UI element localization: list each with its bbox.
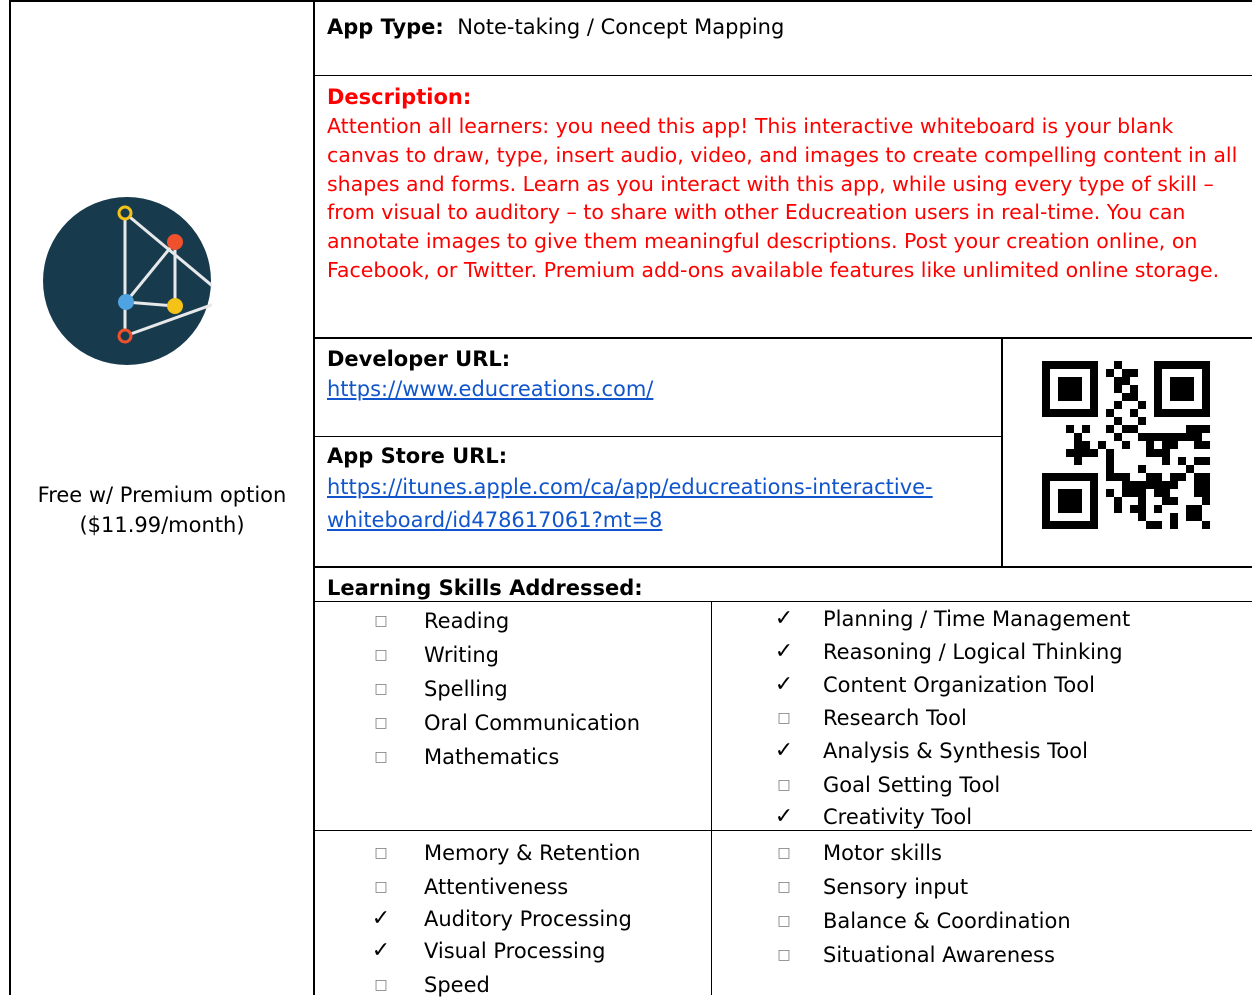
empty-checkbox-icon: □ [374,845,388,861]
empty-checkbox-icon: □ [777,879,791,895]
checkmark-icon: ✓ [774,639,794,664]
app-type-row-divider [313,75,1252,76]
skills-label: Learning Skills Addressed: [327,576,643,600]
price-amount: ($11.99/month) [79,513,245,537]
skills-group-divider [313,830,1252,831]
skill-label: Mathematics [424,745,560,769]
skill-label: Spelling [424,677,508,701]
empty-checkbox-icon: □ [374,681,388,697]
price-label: Free w/ Premium option [37,483,287,507]
developer-row-divider [313,436,1001,437]
checkmark-icon: ✓ [774,606,794,631]
checkmark-icon: ✓ [774,738,794,763]
app-store-url-label: App Store URL: [327,444,508,468]
empty-checkbox-icon: □ [777,777,791,793]
app-logo-icon [43,197,212,365]
empty-checkbox-icon: □ [777,913,791,929]
skill-label: Memory & Retention [424,841,641,865]
skill-label: Analysis & Synthesis Tool [823,739,1088,763]
app-type-row: App Type: Note-taking / Concept Mapping [327,14,784,40]
description-label: Description: [327,85,472,109]
checkmark-icon: ✓ [371,906,391,931]
developer-url-label: Developer URL: [327,347,511,371]
developer-url-link[interactable]: https://www.educreations.com/ [327,376,653,402]
skill-label: Content Organization Tool [823,673,1095,697]
description-row-divider [313,337,1252,339]
skill-label: Reading [424,609,510,633]
skill-label: Visual Processing [424,939,606,963]
skill-label: Situational Awareness [823,943,1055,967]
app-store-url-link-line2[interactable]: whiteboard/id478617061?mt=8 [327,507,662,533]
skill-label: Speed [424,973,490,997]
empty-checkbox-icon: □ [374,977,388,993]
skill-label: Planning / Time Management [823,607,1131,631]
app-store-row-divider [313,566,1252,568]
empty-checkbox-icon: □ [374,647,388,663]
checkmark-icon: ✓ [774,804,794,829]
qr-column-divider [1001,337,1003,568]
skill-label: Auditory Processing [424,907,632,931]
app-type-value: Note-taking / Concept Mapping [457,15,785,39]
empty-checkbox-icon: □ [374,879,388,895]
skill-label: Reasoning / Logical Thinking [823,640,1123,664]
logo-column-divider [313,0,315,995]
skills-header-divider [313,601,1252,602]
skill-label: Attentiveness [424,875,569,899]
description-text: Attention all learners: you need this ap… [327,114,1238,282]
skill-label: Creativity Tool [823,805,973,829]
empty-checkbox-icon: □ [777,947,791,963]
app-store-url-link-line1[interactable]: https://itunes.apple.com/ca/app/educreat… [327,474,933,500]
skill-label: Research Tool [823,706,967,730]
skill-label: Balance & Coordination [823,909,1071,933]
app-type-label: App Type: [327,15,444,39]
skill-label: Writing [424,643,499,667]
empty-checkbox-icon: □ [777,845,791,861]
skill-label: Motor skills [823,841,942,865]
qr-code [1042,361,1210,529]
checkmark-icon: ✓ [371,938,391,963]
empty-checkbox-icon: □ [374,749,388,765]
checkmark-icon: ✓ [774,672,794,697]
skill-label: Oral Communication [424,711,641,735]
empty-checkbox-icon: □ [777,710,791,726]
skill-label: Sensory input [823,875,969,899]
skill-label: Goal Setting Tool [823,773,1001,797]
skills-column-divider [711,601,712,995]
empty-checkbox-icon: □ [374,613,388,629]
table-border-top [9,0,1252,2]
empty-checkbox-icon: □ [374,715,388,731]
